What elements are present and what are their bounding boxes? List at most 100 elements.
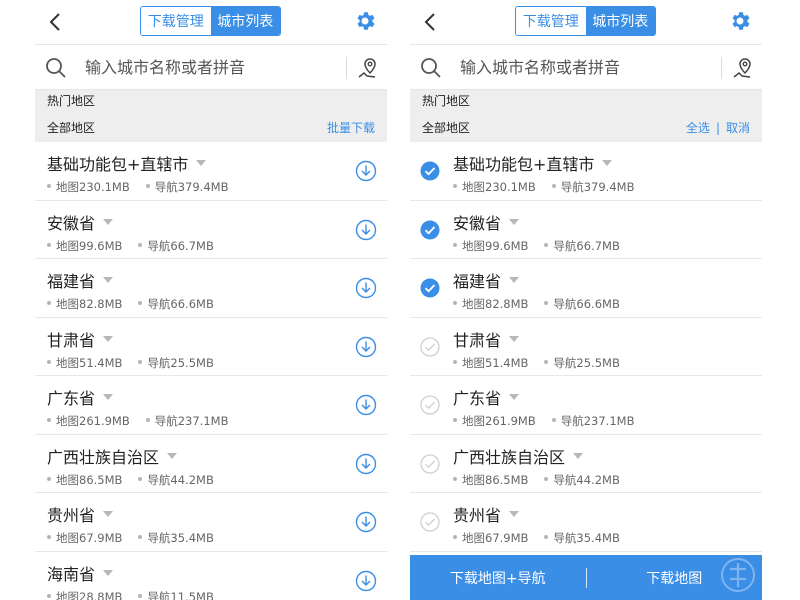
expand-caret-icon[interactable] [602,160,613,166]
tab-city-list[interactable]: 城市列表 [585,7,655,35]
list-item[interactable]: 广西壮族自治区地图86.5MB 导航44.2MB [410,434,762,493]
map-size: 地图67.9MB [453,530,528,546]
list-item[interactable]: 广东省地图261.9MB 导航237.1MB [35,376,387,435]
download-icon[interactable] [355,453,377,475]
package-sizes: 地图28.8MB 导航11.5MB [47,589,230,600]
unchecked-circle-icon[interactable] [420,512,440,532]
search-input[interactable] [460,54,700,80]
checked-circle-icon[interactable] [420,220,440,240]
nav-size: 导航25.5MB [544,355,620,371]
list-item[interactable]: 海南省 地图28.8MB 导航11.5MB [35,551,387,600]
locate-city-icon[interactable] [355,56,379,80]
list-item[interactable]: 福建省 地图82.8MB 导航66.6MB [35,259,387,318]
nav-size-text: 导航66.6MB [553,297,620,311]
nav-size-text: 导航25.5MB [147,355,214,370]
unchecked-circle-icon[interactable] [420,336,440,357]
unchecked-circle-icon[interactable] [420,453,440,474]
map-size: 地图230.1MB [453,179,536,195]
expand-caret-icon[interactable] [103,511,114,517]
list-item[interactable]: 基础功能包+直辖市 地图230.1MB 导航379.4MB [35,142,387,201]
region-name-text: 基础功能包+直辖市 [47,155,189,174]
expand-caret-icon[interactable] [509,511,520,517]
divider [346,57,347,79]
list-item[interactable]: 贵州省 地图67.9MB 导航35.4MB [410,493,762,552]
cancel-link[interactable]: 取消 [726,119,750,136]
download-icon[interactable] [355,511,377,533]
region-name-text: 广西壮族自治区 [47,447,160,467]
search-icon [46,58,66,78]
map-size: 地图82.8MB [47,296,122,312]
download-icon[interactable] [355,219,377,241]
map-size: 地图67.9MB [47,530,122,546]
unchecked-circle-icon[interactable] [420,395,440,415]
list-item[interactable]: 福建省 地图82.8MB 导航66.6MB [410,259,762,318]
section-all-label: 全部地区 [422,121,471,135]
expand-caret-icon[interactable] [509,335,520,342]
nav-size-text: 导航237.1MB [560,414,635,428]
package-sizes: 地图261.9MB 导航237.1MB [453,413,650,429]
download-icon[interactable] [355,394,377,416]
bullet-icon [544,535,549,539]
checked-circle-icon[interactable] [420,278,440,298]
download-map-nav-button[interactable]: 下载地图+导航 [410,568,586,588]
list-item[interactable]: 安徽省 地图99.6MB 导航66.7MB [410,200,762,259]
package-sizes: 地图261.9MB 导航237.1MB [47,413,244,429]
section-hot-header: 热门地区 [410,90,762,112]
list-item[interactable]: 基础功能包+直辖市地图230.1MB 导航379.4MB [410,142,762,201]
map-size: 地图86.5MB [47,472,122,488]
expand-caret-icon[interactable] [103,277,114,283]
nav-size-text: 导航237.1MB [154,414,229,428]
list-item[interactable]: 广西壮族自治区地图86.5MB 导航44.2MB [35,434,387,493]
back-button[interactable] [416,6,444,38]
nav-size-text: 导航379.4MB [560,180,635,194]
list-item[interactable]: 安徽省 地图99.6MB 导航66.7MB [35,200,387,259]
expand-caret-icon[interactable] [167,452,178,459]
map-size-text: 地图99.6MB [462,238,529,253]
list-item[interactable]: 贵州省 地图67.9MB 导航35.4MB [35,493,387,552]
search-input[interactable] [85,54,325,80]
bullet-icon [47,418,51,422]
select-all-link[interactable]: 全选 [686,119,710,136]
back-button[interactable] [41,6,69,38]
expand-caret-icon[interactable] [103,335,114,342]
expand-caret-icon[interactable] [573,452,584,459]
nav-size-text: 导航44.2MB [553,472,620,487]
gear-icon[interactable] [353,9,377,33]
divider [721,57,722,79]
tab-city-list[interactable]: 城市列表 [210,7,280,35]
download-icon[interactable] [355,160,377,182]
package-sizes: 地图86.5MB 导航44.2MB [47,472,230,488]
expand-caret-icon[interactable] [509,394,520,400]
expand-caret-icon[interactable] [509,218,520,225]
batch-download-link[interactable]: 批量下载 [327,119,375,136]
city-list: 基础功能包+直辖市地图230.1MB 导航379.4MB 安徽省 地图99.6MB 导航… [410,142,762,552]
locate-city-icon[interactable] [730,56,754,80]
expand-caret-icon[interactable] [103,394,114,400]
expand-caret-icon[interactable] [509,277,520,283]
list-item[interactable]: 广东省 地图261.9MB 导航237.1MB [410,376,762,435]
map-size: 地图99.6MB [47,238,122,254]
expand-caret-icon[interactable] [196,160,207,166]
tab-download-manage[interactable]: 下载管理 [141,7,211,35]
expand-caret-icon[interactable] [103,218,114,225]
package-sizes: 地图51.4MB 导航25.5MB [47,355,230,371]
region-name: 基础功能包+直辖市 [47,151,207,175]
map-size: 地图261.9MB [453,413,536,429]
package-sizes: 地图86.5MB 导航44.2MB [453,472,636,488]
download-icon[interactable] [355,336,377,358]
section-all-header: 全部地区 批量下载 [35,112,387,142]
expand-caret-icon[interactable] [103,569,114,576]
gear-icon[interactable] [728,9,752,33]
region-name-text: 广西壮族自治区 [453,447,566,467]
region-name: 基础功能包+直辖市 [453,151,613,175]
map-size-text: 地图67.9MB [56,531,123,545]
region-name-text: 广东省 [47,389,96,408]
list-item[interactable]: 甘肃省 地图51.4MB 导航25.5MB [35,317,387,376]
download-icon[interactable] [355,570,377,592]
nav-size: 导航66.6MB [138,296,214,312]
tab-download-manage[interactable]: 下载管理 [516,7,586,35]
download-icon[interactable] [355,277,377,299]
bullet-icon [453,301,457,305]
checked-circle-icon[interactable] [420,161,440,181]
list-item[interactable]: 甘肃省 地图51.4MB 导航25.5MB [410,317,762,376]
